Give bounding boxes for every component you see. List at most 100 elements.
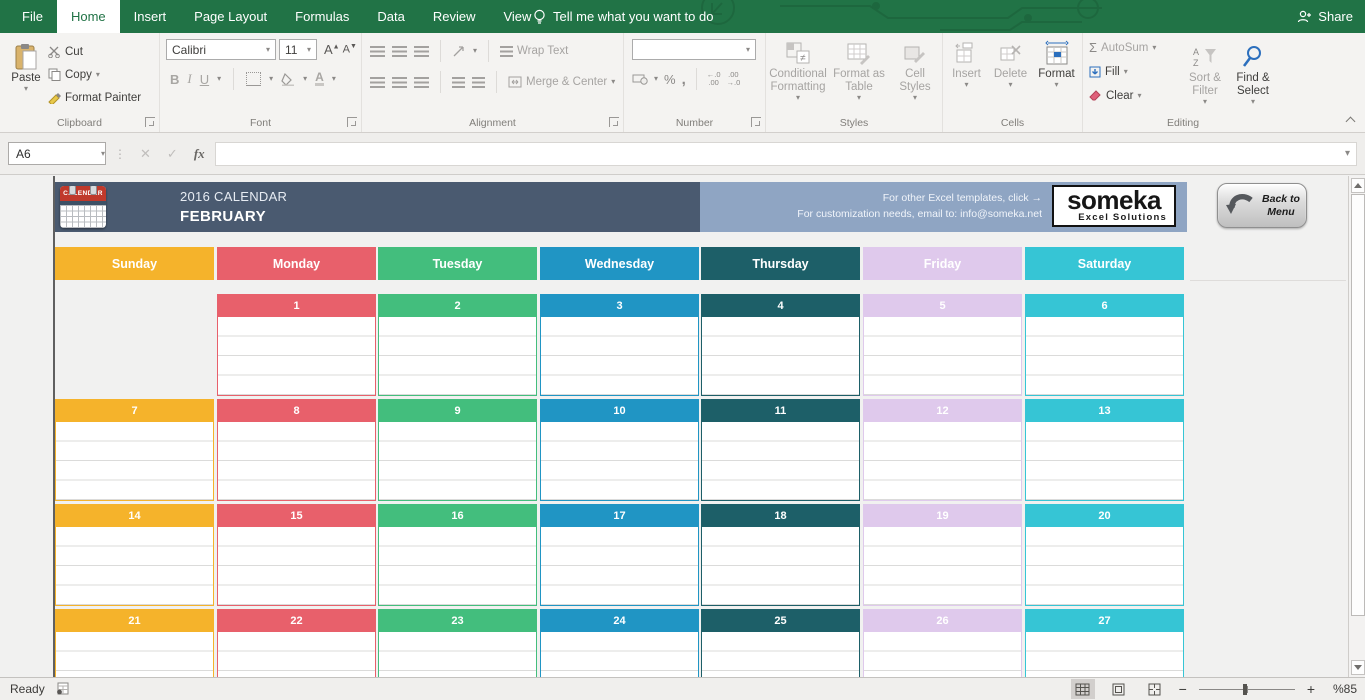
tab-insert[interactable]: Insert xyxy=(120,0,181,33)
enter-button[interactable]: ✓ xyxy=(167,146,178,162)
date-cell-23[interactable]: 23 xyxy=(378,609,537,677)
date-notes-area[interactable] xyxy=(541,317,698,395)
copy-button[interactable]: Copy ▾ xyxy=(48,64,141,85)
date-cell-1[interactable]: 1 xyxy=(217,294,376,396)
borders-button[interactable] xyxy=(246,72,261,86)
zoom-level[interactable]: %85 xyxy=(1327,682,1357,696)
tab-review[interactable]: Review xyxy=(419,0,490,33)
day-header-wednesday[interactable]: Wednesday xyxy=(540,247,699,280)
date-notes-area[interactable] xyxy=(56,527,213,605)
date-cell-10[interactable]: 10 xyxy=(540,399,699,501)
fill-button[interactable]: Fill ▾ xyxy=(1089,61,1181,82)
back-to-menu-button[interactable]: Back to Menu xyxy=(1217,183,1307,228)
tab-file[interactable]: File xyxy=(8,0,57,33)
decrease-decimal-button[interactable]: .00→.0 xyxy=(727,71,741,87)
clipboard-dialog-launcher[interactable] xyxy=(145,117,155,127)
number-dialog-launcher[interactable] xyxy=(751,117,761,127)
namebox-resizer[interactable]: ⋮ xyxy=(114,147,126,161)
view-normal-button[interactable] xyxy=(1071,679,1095,699)
grow-font-button[interactable]: A▲ xyxy=(324,42,340,57)
date-notes-area[interactable] xyxy=(702,422,859,500)
zoom-slider-thumb[interactable] xyxy=(1243,684,1247,695)
delete-cells-button[interactable]: Delete ▾ xyxy=(991,33,1031,89)
clear-button[interactable]: Clear ▾ xyxy=(1089,85,1181,106)
share-button[interactable]: Share xyxy=(1297,0,1353,33)
date-notes-area[interactable] xyxy=(864,527,1021,605)
date-notes-area[interactable] xyxy=(56,422,213,500)
scroll-up-button[interactable] xyxy=(1351,178,1365,193)
date-cell-22[interactable]: 22 xyxy=(217,609,376,677)
date-cell-26[interactable]: 26 xyxy=(863,609,1022,677)
date-cell-25[interactable]: 25 xyxy=(701,609,860,677)
date-cell-6[interactable]: 6 xyxy=(1025,294,1184,396)
date-notes-area[interactable] xyxy=(541,632,698,677)
date-notes-area[interactable] xyxy=(218,317,375,395)
top-align-button[interactable] xyxy=(370,46,385,57)
date-notes-area[interactable] xyxy=(1026,317,1183,395)
tab-home[interactable]: Home xyxy=(57,0,120,33)
insert-cells-button[interactable]: Insert ▾ xyxy=(947,33,987,89)
date-cell-16[interactable]: 16 xyxy=(378,504,537,606)
day-header-saturday[interactable]: Saturday xyxy=(1025,247,1184,280)
date-notes-area[interactable] xyxy=(541,527,698,605)
date-notes-area[interactable] xyxy=(218,632,375,677)
tab-formulas[interactable]: Formulas xyxy=(281,0,363,33)
date-cell-13[interactable]: 13 xyxy=(1025,399,1184,501)
day-header-sunday[interactable]: Sunday xyxy=(55,247,214,280)
cell-styles-button[interactable]: Cell Styles ▾ xyxy=(890,33,940,102)
date-notes-area[interactable] xyxy=(218,527,375,605)
increase-decimal-button[interactable]: ←.0.00 xyxy=(707,71,721,87)
zoom-slider[interactable] xyxy=(1199,689,1295,690)
tell-me-box[interactable]: Tell me what you want to do xyxy=(533,0,713,33)
name-box[interactable]: A6 ▾ xyxy=(8,142,106,165)
date-cell-3[interactable]: 3 xyxy=(540,294,699,396)
format-painter-button[interactable]: Format Painter xyxy=(48,87,141,108)
formula-bar-expand-icon[interactable]: ▾ xyxy=(1345,149,1350,159)
font-name-combo[interactable]: Calibri ▾ xyxy=(166,39,276,60)
date-cell-17[interactable]: 17 xyxy=(540,504,699,606)
merge-center-button[interactable]: Merge & Center ▾ xyxy=(508,72,615,93)
decrease-indent-button[interactable] xyxy=(452,77,465,88)
cut-button[interactable]: Cut xyxy=(48,41,141,62)
font-size-combo[interactable]: 11 ▾ xyxy=(279,39,317,60)
day-header-tuesday[interactable]: Tuesday xyxy=(378,247,537,280)
date-cell-24[interactable]: 24 xyxy=(540,609,699,677)
date-notes-area[interactable] xyxy=(864,317,1021,395)
vertical-scrollbar[interactable] xyxy=(1348,176,1365,677)
orientation-button[interactable] xyxy=(452,45,466,58)
italic-button[interactable]: I xyxy=(187,71,191,87)
font-color-button[interactable]: A xyxy=(315,72,324,86)
date-cell-19[interactable]: 19 xyxy=(863,504,1022,606)
day-header-thursday[interactable]: Thursday xyxy=(701,247,860,280)
date-cell-7[interactable]: 7 xyxy=(55,399,214,501)
date-cell-12[interactable]: 12 xyxy=(863,399,1022,501)
insert-function-button[interactable]: fx xyxy=(194,146,205,162)
accounting-format-button[interactable] xyxy=(632,73,648,85)
wrap-text-button[interactable]: Wrap Text xyxy=(500,41,568,62)
increase-indent-button[interactable] xyxy=(472,77,485,88)
date-notes-area[interactable] xyxy=(702,527,859,605)
bold-button[interactable]: B xyxy=(170,72,179,87)
date-cell-9[interactable]: 9 xyxy=(378,399,537,501)
date-cell-5[interactable]: 5 xyxy=(863,294,1022,396)
autosum-button[interactable]: Σ AutoSum ▾ xyxy=(1089,37,1181,58)
scrollbar-thumb[interactable] xyxy=(1351,194,1365,616)
fill-color-button[interactable] xyxy=(281,73,295,86)
scroll-down-button[interactable] xyxy=(1351,660,1365,675)
percent-style-button[interactable]: % xyxy=(664,72,676,87)
alignment-dialog-launcher[interactable] xyxy=(609,117,619,127)
date-notes-area[interactable] xyxy=(379,422,536,500)
tab-page-layout[interactable]: Page Layout xyxy=(180,0,281,33)
date-cell-2[interactable]: 2 xyxy=(378,294,537,396)
date-notes-area[interactable] xyxy=(864,632,1021,677)
date-notes-area[interactable] xyxy=(379,317,536,395)
collapse-ribbon-button[interactable] xyxy=(1346,115,1355,124)
align-right-button[interactable] xyxy=(414,77,429,88)
zoom-out-button[interactable]: − xyxy=(1179,681,1187,697)
date-notes-area[interactable] xyxy=(379,527,536,605)
date-notes-area[interactable] xyxy=(379,632,536,677)
view-page-break-button[interactable] xyxy=(1143,679,1167,699)
date-notes-area[interactable] xyxy=(702,632,859,677)
find-select-button[interactable]: Find & Select ▾ xyxy=(1229,37,1277,106)
zoom-in-button[interactable]: + xyxy=(1307,681,1315,697)
